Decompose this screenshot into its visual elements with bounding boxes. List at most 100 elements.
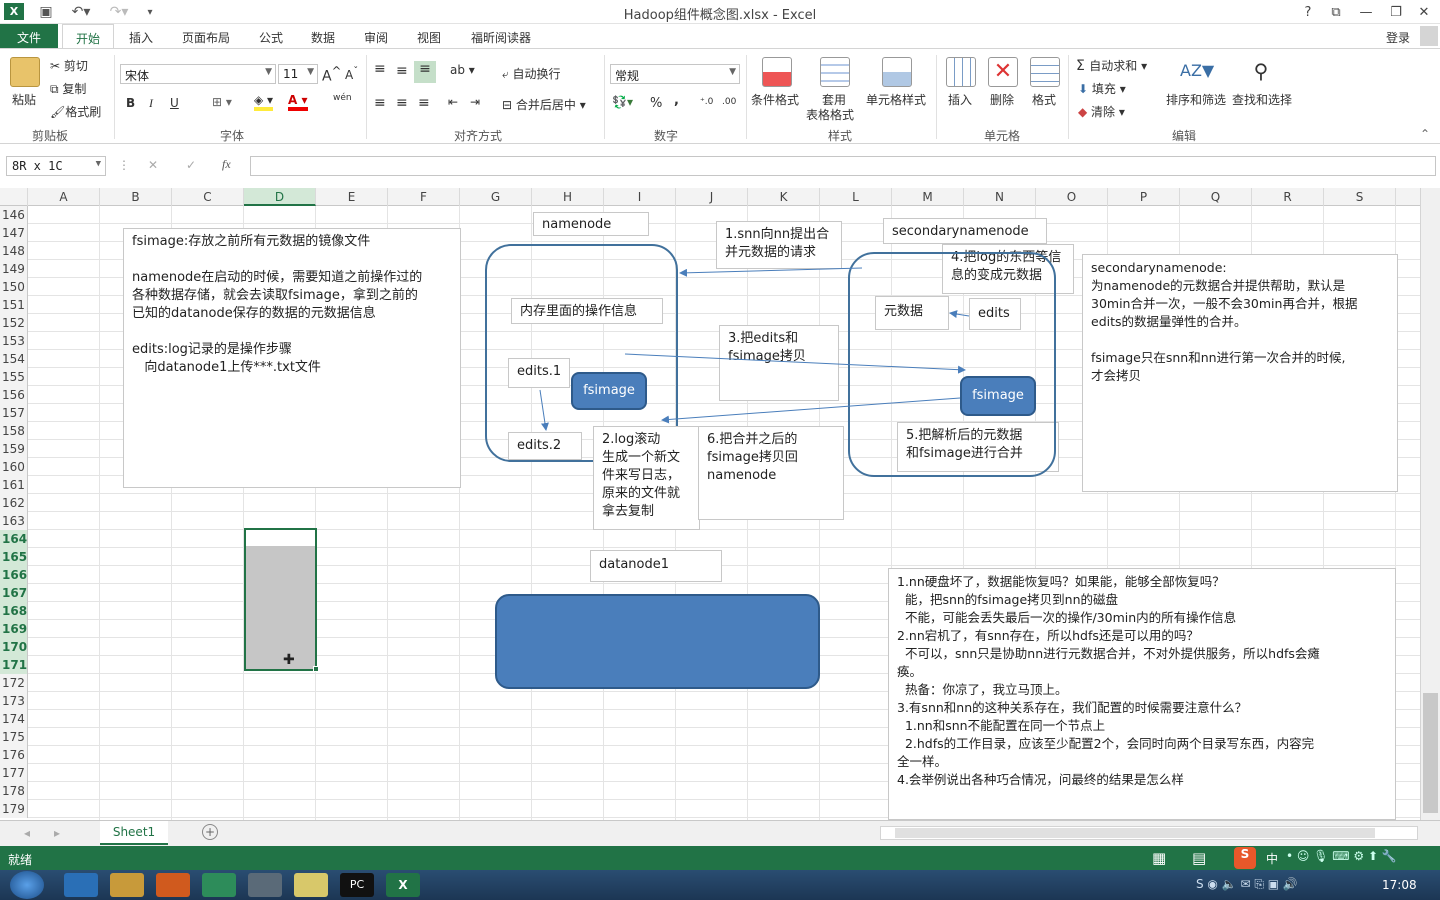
pycharm-icon[interactable]: PC bbox=[340, 873, 374, 897]
fill-color-icon[interactable]: ◈ ▾ bbox=[254, 93, 274, 111]
font-name-combo[interactable]: 宋体 ▼ bbox=[120, 64, 276, 84]
copy-button[interactable]: ⧉ 复制 bbox=[50, 80, 86, 97]
cell-styles-button[interactable]: 单元格样式 bbox=[866, 91, 926, 108]
ime-toolbar-icons[interactable]: • ☺ 🎙 ⌨ ⚙ ⬆ 🔧 bbox=[1286, 849, 1397, 863]
sheet-tab-sheet1[interactable]: Sheet1 bbox=[100, 821, 168, 845]
cancel-icon[interactable]: ✕ bbox=[148, 158, 158, 172]
insert-function-icon[interactable]: fx bbox=[222, 157, 231, 172]
maximize-button[interactable]: ❐ bbox=[1382, 0, 1410, 24]
firefox-icon[interactable] bbox=[156, 873, 190, 897]
format-painter-button[interactable]: 🖌格式刷 bbox=[50, 103, 101, 120]
font-shrink-icon[interactable]: Aˇ bbox=[345, 66, 358, 82]
phonetic-icon[interactable]: wén bbox=[333, 93, 352, 103]
fill-button[interactable]: ⬇ 填充 ▾ bbox=[1078, 80, 1126, 97]
indent-decrease-icon[interactable]: ⇤ bbox=[448, 95, 458, 109]
number-format-combo[interactable]: 常规 ▼ bbox=[610, 64, 740, 84]
tab-formulas[interactable]: 公式 bbox=[250, 24, 292, 48]
underline-button[interactable]: U bbox=[170, 96, 179, 110]
explorer-icon[interactable] bbox=[110, 873, 144, 897]
vertical-scroll-thumb[interactable] bbox=[1423, 693, 1438, 813]
align-center-icon[interactable]: ≡ bbox=[396, 95, 408, 111]
border-icon[interactable]: ⊞ ▾ bbox=[212, 95, 232, 109]
currency-icon[interactable]: 💱▾ bbox=[612, 95, 633, 109]
calculator-icon[interactable] bbox=[248, 873, 282, 897]
sogou-ime-icon[interactable]: S bbox=[1234, 847, 1256, 869]
table-format-label-2[interactable]: 表格格式 bbox=[806, 106, 854, 123]
arrow-step6 bbox=[661, 397, 961, 424]
horizontal-scroll-thumb[interactable] bbox=[895, 828, 1375, 838]
align-left-icon[interactable]: ≡ bbox=[374, 95, 386, 111]
binoculars-icon[interactable]: ⚲ bbox=[1246, 57, 1276, 87]
font-size-combo[interactable]: 11 ▼ bbox=[278, 64, 318, 84]
merge-center-button[interactable]: ⊟ 合并后居中 ▾ bbox=[502, 96, 586, 113]
italic-button[interactable]: I bbox=[149, 96, 153, 111]
align-top-icon[interactable]: ≡ bbox=[374, 61, 386, 77]
insert-cells-button[interactable]: 插入 bbox=[948, 91, 972, 108]
user-avatar-icon[interactable] bbox=[1420, 26, 1438, 46]
minimize-button[interactable]: — bbox=[1352, 0, 1380, 24]
font-color-icon[interactable]: A ▾ bbox=[288, 93, 308, 111]
horizontal-scrollbar[interactable] bbox=[880, 826, 1418, 840]
vertical-scrollbar[interactable] bbox=[1420, 188, 1440, 820]
align-bottom-icon[interactable]: ≡ bbox=[414, 61, 436, 83]
tray-icons[interactable]: S ◉ 🔈 ✉ ⎘ ▣ 🔊 bbox=[1196, 877, 1298, 892]
find-select-button[interactable]: 查找和选择 bbox=[1232, 91, 1292, 108]
sort-filter-icon[interactable]: AZ▼ bbox=[1180, 57, 1214, 87]
tab-data[interactable]: 数据 bbox=[302, 24, 344, 48]
comma-button[interactable]: , bbox=[674, 93, 679, 108]
formula-input[interactable] bbox=[250, 156, 1436, 176]
increase-decimal-icon[interactable]: ⁺.0 bbox=[700, 97, 713, 107]
notepad-icon[interactable] bbox=[294, 873, 328, 897]
sort-filter-button[interactable]: 排序和筛选 bbox=[1166, 91, 1226, 108]
insert-cells-icon[interactable] bbox=[946, 57, 976, 87]
format-cells-icon[interactable] bbox=[1030, 57, 1060, 87]
collapse-ribbon-icon[interactable]: ⌃ bbox=[1420, 127, 1430, 141]
scroll-right-icon[interactable]: ▸ bbox=[54, 826, 60, 840]
close-button[interactable]: ✕ bbox=[1410, 0, 1438, 24]
ie-icon[interactable] bbox=[64, 873, 98, 897]
paste-button[interactable]: 粘贴 bbox=[12, 91, 36, 108]
indent-increase-icon[interactable]: ⇥ bbox=[470, 95, 480, 109]
enter-icon[interactable]: ✓ bbox=[186, 158, 196, 172]
normal-view-icon[interactable]: ▦ bbox=[1152, 849, 1166, 867]
ribbon-display-icon[interactable]: ⧉ bbox=[1322, 0, 1350, 24]
clear-button[interactable]: ◆ 清除 ▾ bbox=[1078, 103, 1125, 120]
format-cells-button[interactable]: 格式 bbox=[1032, 91, 1056, 108]
tab-file[interactable]: 文件 bbox=[0, 24, 58, 48]
tab-view[interactable]: 视图 bbox=[408, 24, 450, 48]
cell-styles-icon[interactable] bbox=[882, 57, 912, 87]
tab-foxit[interactable]: 福昕阅读器 bbox=[460, 24, 542, 48]
decrease-decimal-icon[interactable]: .00 bbox=[722, 97, 736, 107]
excel-taskbar-icon[interactable]: X bbox=[386, 873, 420, 897]
add-sheet-button[interactable]: + bbox=[202, 824, 218, 840]
ime-mode[interactable]: 中 bbox=[1266, 850, 1278, 867]
app-icon[interactable] bbox=[202, 873, 236, 897]
orientation-icon[interactable]: ab ▾ bbox=[450, 63, 475, 77]
bold-button[interactable]: B bbox=[126, 96, 135, 110]
tab-insert[interactable]: 插入 bbox=[118, 24, 164, 48]
divider bbox=[936, 55, 937, 139]
font-grow-icon[interactable]: A^ bbox=[322, 64, 341, 85]
conditional-format-button[interactable]: 条件格式 bbox=[751, 91, 799, 108]
page-layout-icon[interactable]: ▤ bbox=[1192, 849, 1206, 867]
table-format-icon[interactable] bbox=[820, 57, 850, 87]
align-right-icon[interactable]: ≡ bbox=[418, 95, 430, 111]
delete-cells-icon[interactable]: ✕ bbox=[988, 57, 1018, 87]
tab-review[interactable]: 审阅 bbox=[355, 24, 397, 48]
cut-button[interactable]: ✂ 剪切 bbox=[50, 57, 88, 74]
paste-icon[interactable] bbox=[10, 57, 40, 87]
signin-link[interactable]: 登录 bbox=[1378, 24, 1418, 48]
scroll-left-icon[interactable]: ◂ bbox=[24, 826, 30, 840]
worksheet-grid[interactable]: ABCDEFGHIJKLMNOPQRS 146 147 148 149 150 151 15… bbox=[0, 188, 1440, 820]
name-box[interactable]: 8R x 1C ▼ bbox=[6, 156, 106, 176]
align-middle-icon[interactable]: ≡ bbox=[396, 63, 408, 79]
conditional-format-icon[interactable] bbox=[762, 57, 792, 87]
start-button-icon[interactable] bbox=[10, 871, 44, 899]
autosum-button[interactable]: Σ 自动求和 ▾ bbox=[1076, 57, 1147, 74]
tab-page-layout[interactable]: 页面布局 bbox=[172, 24, 240, 48]
delete-cells-button[interactable]: 删除 bbox=[990, 91, 1014, 108]
percent-button[interactable]: % bbox=[650, 96, 662, 111]
wrap-text-button[interactable]: ⤶ 自动换行 bbox=[502, 65, 561, 82]
help-button[interactable]: ? bbox=[1294, 0, 1322, 24]
tab-home[interactable]: 开始 bbox=[62, 24, 114, 48]
